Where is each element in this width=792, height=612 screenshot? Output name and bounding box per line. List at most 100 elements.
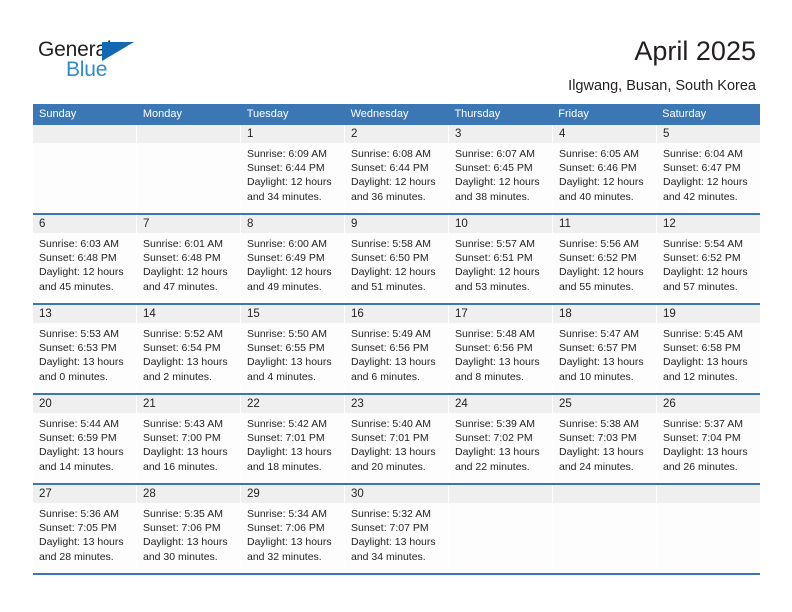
day-number-band: 3 xyxy=(449,125,552,143)
day-detail-line: and 4 minutes. xyxy=(247,370,316,383)
week-cells: 6 Sunrise: 6:03 AM Sunset: 6:48 PM Daylight… xyxy=(33,215,760,303)
day-cell-10[interactable]: 10 Sunrise: 5:57 AM Sunset: 6:51 PM Dayligh… xyxy=(449,215,553,303)
day-number: 25 xyxy=(559,398,572,410)
day-detail-line: Sunrise: 6:05 AM xyxy=(559,148,639,160)
day-detail-line: Sunset: 6:47 PM xyxy=(663,162,741,175)
day-number-band: 26 xyxy=(657,395,760,413)
calendar-week-row: 6 Sunrise: 6:03 AM Sunset: 6:48 PM Daylight… xyxy=(33,213,760,303)
day-cell-17[interactable]: 17 Sunrise: 5:48 AM Sunset: 6:56 PM Dayligh… xyxy=(449,305,553,393)
day-number: 7 xyxy=(143,218,150,230)
day-cell-22[interactable]: 22 Sunrise: 5:42 AM Sunset: 7:01 PM Dayligh… xyxy=(241,395,345,483)
day-cell-21[interactable]: 21 Sunrise: 5:43 AM Sunset: 7:00 PM Dayligh… xyxy=(137,395,241,483)
day-number-band: 2 xyxy=(345,125,448,143)
day-number-band: 7 xyxy=(137,215,240,233)
day-number: 3 xyxy=(455,128,462,140)
day-detail-line: Sunset: 6:52 PM xyxy=(559,252,637,265)
day-cell-19[interactable]: 19 Sunrise: 5:45 AM Sunset: 6:58 PM Dayligh… xyxy=(657,305,760,393)
weekday-header-tuesday: Tuesday xyxy=(246,108,289,120)
day-detail-line: Daylight: 13 hours xyxy=(143,536,228,549)
day-cell-28[interactable]: 28 Sunrise: 5:35 AM Sunset: 7:06 PM Dayligh… xyxy=(137,485,241,573)
day-number-band: 5 xyxy=(657,125,760,143)
general-blue-logo[interactable]: General Blue xyxy=(38,38,168,88)
day-cell-14[interactable]: 14 Sunrise: 5:52 AM Sunset: 6:54 PM Dayligh… xyxy=(137,305,241,393)
page-subtitle-location: Ilgwang, Busan, South Korea xyxy=(568,78,756,94)
day-cell-2[interactable]: 2 Sunrise: 6:08 AM Sunset: 6:44 PM Daylight… xyxy=(345,125,449,213)
day-detail-line: Daylight: 13 hours xyxy=(559,356,644,369)
weekday-header-wednesday: Wednesday xyxy=(350,108,409,120)
day-cell-16[interactable]: 16 Sunrise: 5:49 AM Sunset: 6:56 PM Dayligh… xyxy=(345,305,449,393)
day-number-band: 25 xyxy=(553,395,656,413)
day-number-band: 24 xyxy=(449,395,552,413)
day-detail-line: Sunrise: 5:43 AM xyxy=(143,418,223,430)
day-detail-line: Sunrise: 5:52 AM xyxy=(143,328,223,340)
day-detail-line: Sunset: 7:06 PM xyxy=(247,522,325,535)
day-number: 15 xyxy=(247,308,260,320)
day-cell-8[interactable]: 8 Sunrise: 6:00 AM Sunset: 6:49 PM Daylight… xyxy=(241,215,345,303)
day-details: Sunrise: 5:56 AM Sunset: 6:52 PM Daylight:… xyxy=(553,233,656,294)
logo-text-blue: Blue xyxy=(66,58,108,81)
day-details: Sunrise: 5:53 AM Sunset: 6:53 PM Daylight:… xyxy=(33,323,136,384)
day-details: Sunrise: 5:32 AM Sunset: 7:07 PM Daylight:… xyxy=(345,503,448,564)
day-details: Sunrise: 6:03 AM Sunset: 6:48 PM Daylight:… xyxy=(33,233,136,294)
day-cell-20[interactable]: 20 Sunrise: 5:44 AM Sunset: 6:59 PM Dayligh… xyxy=(33,395,137,483)
day-cell-24[interactable]: 24 Sunrise: 5:39 AM Sunset: 7:02 PM Dayligh… xyxy=(449,395,553,483)
week-cells: 27 Sunrise: 5:36 AM Sunset: 7:05 PM Dayligh… xyxy=(33,485,760,573)
day-detail-line: and 34 minutes. xyxy=(351,550,426,563)
day-details: Sunrise: 5:45 AM Sunset: 6:58 PM Daylight:… xyxy=(657,323,760,384)
day-details: Sunrise: 6:04 AM Sunset: 6:47 PM Daylight:… xyxy=(657,143,760,204)
day-details: Sunrise: 5:48 AM Sunset: 6:56 PM Daylight:… xyxy=(449,323,552,384)
day-detail-line: Sunrise: 5:44 AM xyxy=(39,418,119,430)
day-cell-11[interactable]: 11 Sunrise: 5:56 AM Sunset: 6:52 PM Dayligh… xyxy=(553,215,657,303)
day-cell-29[interactable]: 29 Sunrise: 5:34 AM Sunset: 7:06 PM Dayligh… xyxy=(241,485,345,573)
calendar-bottom-rule xyxy=(33,573,760,575)
day-number: 26 xyxy=(663,398,676,410)
day-detail-line: and 57 minutes. xyxy=(663,280,738,293)
day-cell-27[interactable]: 27 Sunrise: 5:36 AM Sunset: 7:05 PM Dayligh… xyxy=(33,485,137,573)
day-number: 19 xyxy=(663,308,676,320)
day-detail-line: Sunrise: 5:35 AM xyxy=(143,508,223,520)
day-cell-30[interactable]: 30 Sunrise: 5:32 AM Sunset: 7:07 PM Dayligh… xyxy=(345,485,449,573)
day-detail-line: Sunrise: 5:56 AM xyxy=(559,238,639,250)
day-detail-line: Sunrise: 5:58 AM xyxy=(351,238,431,250)
day-details: Sunrise: 6:09 AM Sunset: 6:44 PM Daylight:… xyxy=(241,143,344,204)
day-number: 27 xyxy=(39,488,52,500)
day-detail-line: Daylight: 12 hours xyxy=(455,176,540,189)
day-detail-line: Sunrise: 5:34 AM xyxy=(247,508,327,520)
day-cell-4[interactable]: 4 Sunrise: 6:05 AM Sunset: 6:46 PM Daylight… xyxy=(553,125,657,213)
day-cell-5[interactable]: 5 Sunrise: 6:04 AM Sunset: 6:47 PM Daylight… xyxy=(657,125,760,213)
day-cell-23[interactable]: 23 Sunrise: 5:40 AM Sunset: 7:01 PM Dayligh… xyxy=(345,395,449,483)
day-detail-line: and 12 minutes. xyxy=(663,370,738,383)
day-cell-6[interactable]: 6 Sunrise: 6:03 AM Sunset: 6:48 PM Daylight… xyxy=(33,215,137,303)
day-number-band: 17 xyxy=(449,305,552,323)
day-cell-9[interactable]: 9 Sunrise: 5:58 AM Sunset: 6:50 PM Daylight… xyxy=(345,215,449,303)
day-details xyxy=(553,503,656,507)
day-detail-line: Sunset: 7:06 PM xyxy=(143,522,221,535)
day-cell-26[interactable]: 26 Sunrise: 5:37 AM Sunset: 7:04 PM Dayligh… xyxy=(657,395,760,483)
day-detail-line: Daylight: 13 hours xyxy=(455,446,540,459)
day-number: 28 xyxy=(143,488,156,500)
day-number: 24 xyxy=(455,398,468,410)
day-details xyxy=(449,503,552,507)
day-detail-line: Daylight: 12 hours xyxy=(559,176,644,189)
day-cell-7[interactable]: 7 Sunrise: 6:01 AM Sunset: 6:48 PM Daylight… xyxy=(137,215,241,303)
weekday-header-saturday: Saturday xyxy=(662,108,707,120)
day-cell-18[interactable]: 18 Sunrise: 5:47 AM Sunset: 6:57 PM Dayligh… xyxy=(553,305,657,393)
day-detail-line: and 40 minutes. xyxy=(559,190,634,203)
day-cell-1[interactable]: 1 Sunrise: 6:09 AM Sunset: 6:44 PM Daylight… xyxy=(241,125,345,213)
day-detail-line: and 47 minutes. xyxy=(143,280,218,293)
day-cell-3[interactable]: 3 Sunrise: 6:07 AM Sunset: 6:45 PM Daylight… xyxy=(449,125,553,213)
day-number-band: 20 xyxy=(33,395,136,413)
day-detail-line: Sunset: 7:01 PM xyxy=(351,432,429,445)
day-detail-line: Daylight: 13 hours xyxy=(39,446,124,459)
day-cell-15[interactable]: 15 Sunrise: 5:50 AM Sunset: 6:55 PM Dayligh… xyxy=(241,305,345,393)
day-details: Sunrise: 6:07 AM Sunset: 6:45 PM Daylight:… xyxy=(449,143,552,204)
day-cell-13[interactable]: 13 Sunrise: 5:53 AM Sunset: 6:53 PM Dayligh… xyxy=(33,305,137,393)
day-detail-line: Daylight: 12 hours xyxy=(351,176,436,189)
day-cell-12[interactable]: 12 Sunrise: 5:54 AM Sunset: 6:52 PM Dayligh… xyxy=(657,215,760,303)
day-cell-25[interactable]: 25 Sunrise: 5:38 AM Sunset: 7:03 PM Dayligh… xyxy=(553,395,657,483)
page-title: April 2025 xyxy=(634,36,756,66)
day-number-band: 21 xyxy=(137,395,240,413)
day-detail-line: Sunset: 7:04 PM xyxy=(663,432,741,445)
day-number-band: 22 xyxy=(241,395,344,413)
day-details: Sunrise: 5:57 AM Sunset: 6:51 PM Daylight:… xyxy=(449,233,552,294)
